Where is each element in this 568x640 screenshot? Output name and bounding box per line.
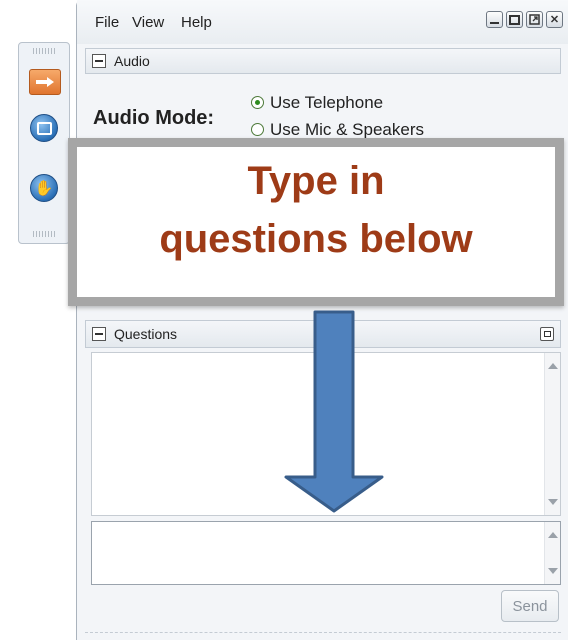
scroll-down-icon[interactable] <box>548 568 558 574</box>
menu-help[interactable]: Help <box>181 14 212 31</box>
menu-view[interactable]: View <box>132 14 164 31</box>
menu-file[interactable]: File <box>95 14 119 31</box>
audio-mode-label: Audio Mode: <box>93 107 215 129</box>
screen-icon[interactable] <box>28 113 60 143</box>
send-button[interactable]: Send <box>501 590 559 622</box>
restore-icon[interactable] <box>526 11 543 28</box>
audio-panel-header[interactable]: Audio <box>85 48 561 74</box>
close-icon[interactable]: ✕ <box>546 11 563 28</box>
window-bottom-edge <box>85 632 561 633</box>
audio-panel-title: Audio <box>114 53 150 69</box>
side-toolbar: ✋ <box>18 42 70 244</box>
log-scrollbar[interactable] <box>544 353 560 515</box>
collapse-icon[interactable] <box>92 54 106 68</box>
questions-panel-title: Questions <box>114 326 178 342</box>
callout-line-2: questions below <box>159 217 473 261</box>
arrow-right-icon[interactable] <box>29 69 61 95</box>
collapse-icon[interactable] <box>92 327 106 341</box>
scroll-up-icon[interactable] <box>548 532 558 538</box>
question-input[interactable] <box>91 521 561 585</box>
annotation-callout: Type in questions below <box>68 138 564 306</box>
grip-handle[interactable] <box>33 48 55 54</box>
option-use-mic-speakers[interactable]: Use Mic & Speakers <box>270 120 424 140</box>
radio-use-mic-speakers[interactable] <box>251 123 264 136</box>
window-controls: ✕ <box>486 11 563 28</box>
scroll-up-icon[interactable] <box>548 363 558 369</box>
grip-handle[interactable] <box>33 231 55 237</box>
maximize-icon[interactable] <box>506 11 523 28</box>
callout-line-1: Type in <box>247 159 385 203</box>
down-arrow-icon <box>284 310 384 513</box>
raise-hand-icon[interactable]: ✋ <box>28 173 60 203</box>
menu-bar: File View Help ✕ <box>77 0 568 44</box>
input-scrollbar[interactable] <box>544 522 560 584</box>
scroll-down-icon[interactable] <box>548 499 558 505</box>
option-use-telephone[interactable]: Use Telephone <box>270 93 383 113</box>
radio-use-telephone[interactable] <box>251 96 264 109</box>
minimize-icon[interactable] <box>486 11 503 28</box>
popout-icon[interactable] <box>540 327 554 341</box>
